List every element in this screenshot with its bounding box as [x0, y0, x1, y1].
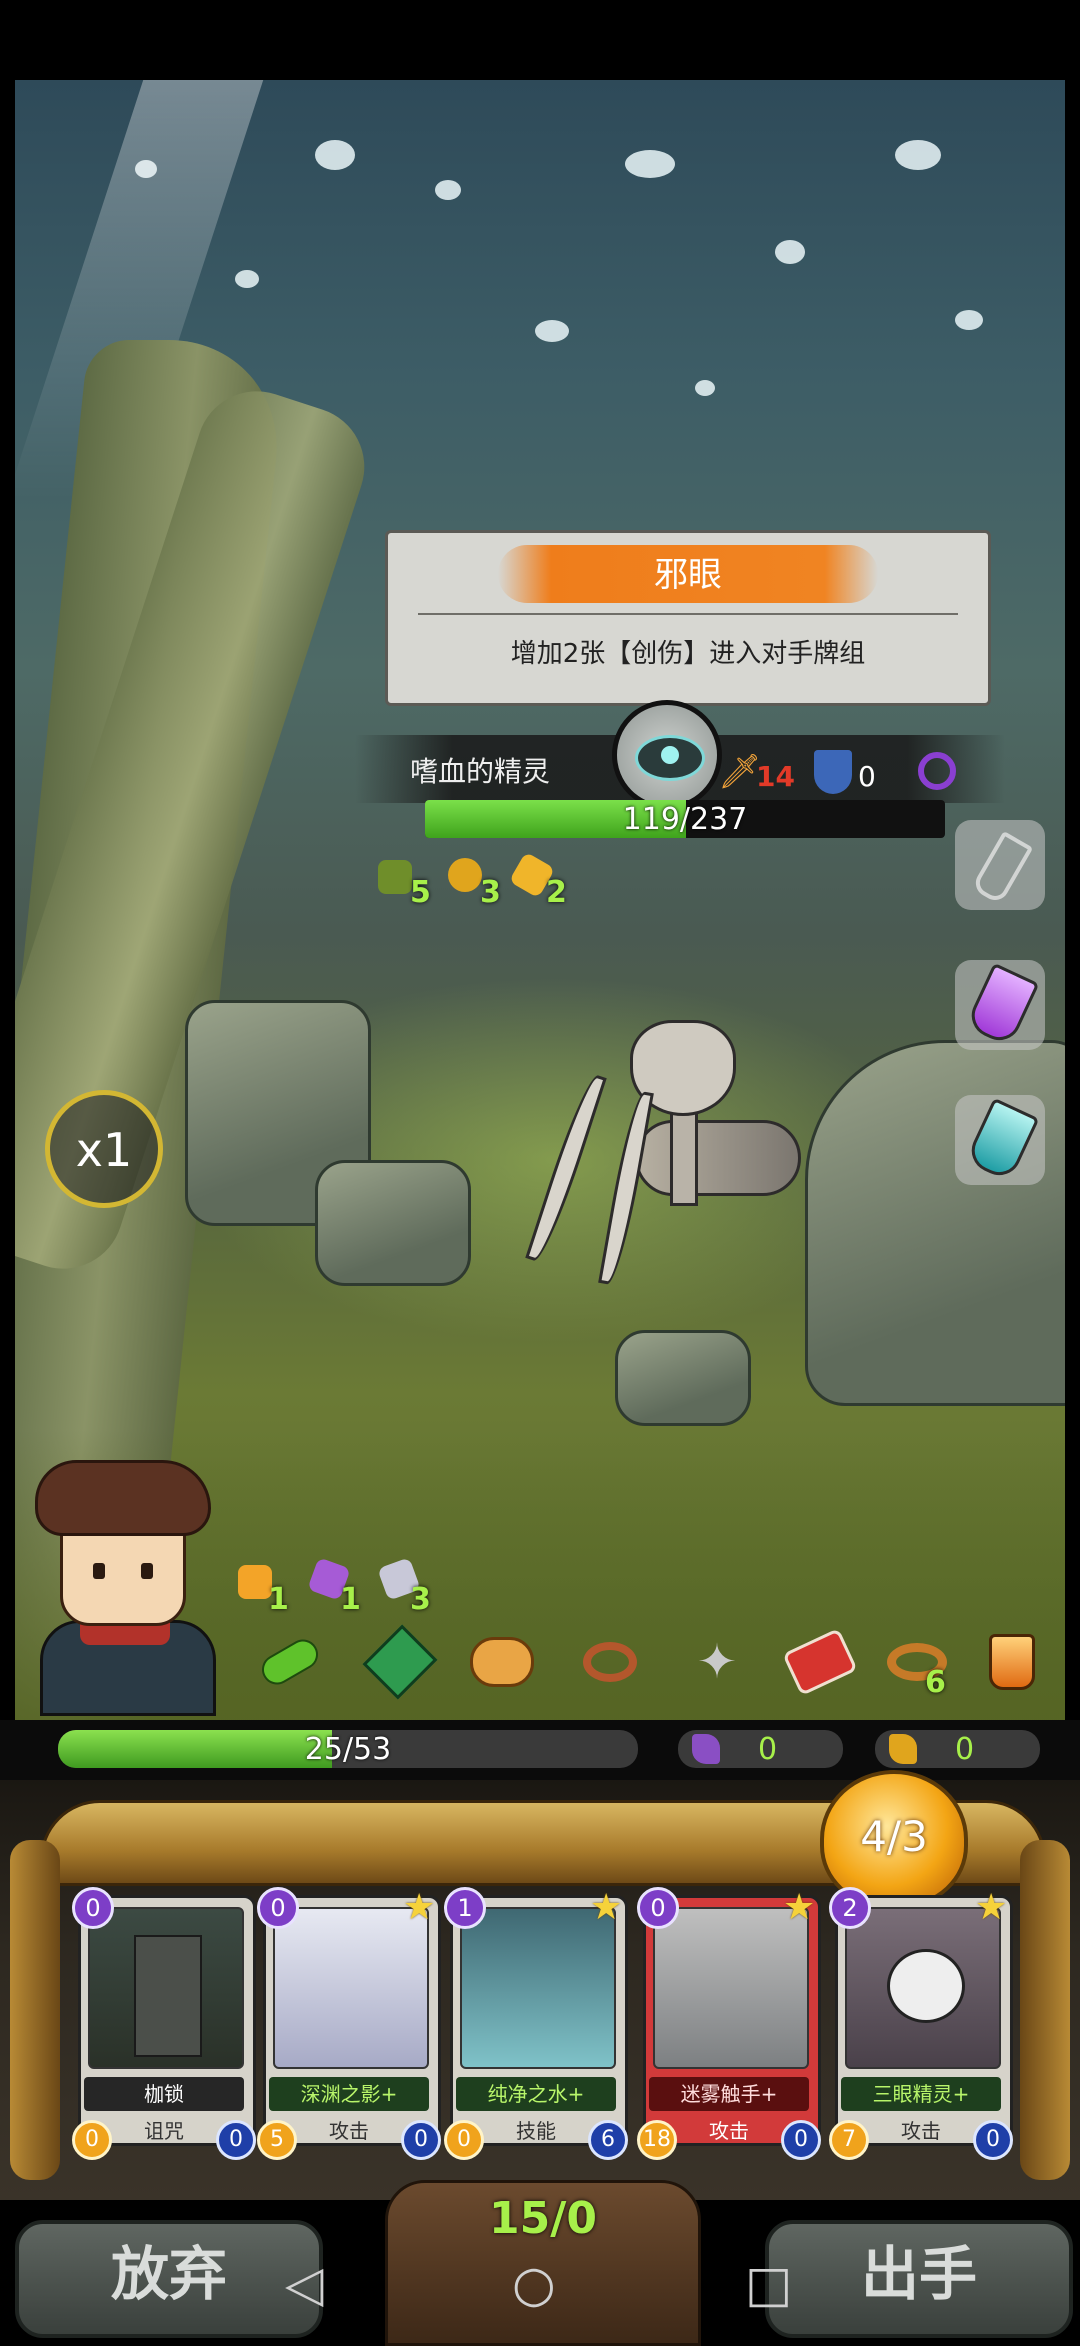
card-art — [273, 1907, 429, 2069]
intent-description: 增加2张【创伤】进入对手牌组 — [510, 639, 866, 669]
card-cost: 1 — [444, 1887, 486, 1929]
player-hp-text: 25/53 — [304, 1732, 392, 1767]
card-art — [653, 1907, 809, 2069]
player-buff-value: 1 — [268, 1582, 289, 1617]
card-type: 攻击 — [329, 2119, 369, 2143]
block-value: 0 — [758, 1732, 778, 1767]
nav-back-button[interactable]: ◁ — [285, 2255, 323, 2313]
card-right-value: 0 — [781, 2120, 821, 2160]
sword-icon: 🗡 — [718, 752, 762, 792]
card-cost: 0 — [637, 1887, 679, 1929]
card-name: 深渊之影+ — [269, 2077, 429, 2111]
card-art — [460, 1907, 616, 2069]
hand-card[interactable]: 三眼精灵+ 攻击 2 ★ 7 0 — [829, 1887, 1013, 2160]
strength-counter[interactable]: 0 — [875, 1730, 1040, 1768]
enemy-attack-value: 14 — [756, 760, 795, 793]
green-rune-relic-icon[interactable] — [362, 1624, 438, 1700]
card-name: 迷雾触手+ — [649, 2077, 809, 2111]
green-pepper-relic-icon[interactable] — [256, 1630, 324, 1694]
enemy-buff-value: 2 — [546, 875, 567, 910]
play-label: 出手 — [860, 2240, 977, 2308]
block-counter[interactable]: 0 — [678, 1730, 843, 1768]
card-left-value: 0 — [444, 2120, 484, 2160]
potion-slot-purple[interactable] — [955, 960, 1045, 1050]
card-name: 三眼精灵+ — [841, 2077, 1001, 2111]
card-right-value: 0 — [401, 2120, 441, 2160]
star-icon: ★ — [975, 1887, 1008, 1928]
fist-icon — [889, 1734, 917, 1764]
card-cost: 0 — [257, 1887, 299, 1929]
enemy-buff-value: 3 — [480, 875, 501, 910]
orange-fist-icon[interactable] — [238, 1565, 272, 1599]
ornate-frame-right — [1020, 1840, 1070, 2180]
evil-eye-intent-icon[interactable] — [612, 700, 722, 810]
player-buff-value: 3 — [410, 1582, 431, 1617]
player-stat-bar: 25/53 0 0 — [0, 1720, 1080, 1780]
enemy-name: 嗜血的精灵 — [410, 755, 551, 788]
energy-value: 4/3 — [860, 1812, 928, 1861]
nav-home-button[interactable]: ○ — [512, 2255, 556, 2313]
card-right-value: 0 — [973, 2120, 1013, 2160]
bracelet-relic-icon[interactable] — [578, 1630, 642, 1694]
card-type: 攻击 — [709, 2119, 749, 2143]
bread-roll-relic-icon[interactable] — [470, 1630, 534, 1694]
star-icon: ★ — [783, 1887, 816, 1928]
ornate-frame-left — [10, 1840, 60, 2180]
enemy-buff-value: 5 — [410, 875, 431, 910]
yellow-swirl-icon[interactable] — [448, 858, 482, 892]
discard-button[interactable]: 放弃 — [15, 2220, 323, 2338]
purple-potion-icon — [964, 962, 1040, 1048]
card-left-value: 0 — [72, 2120, 112, 2160]
card-left-value: 18 — [637, 2120, 677, 2160]
enemy-hp-text: 119/237 — [622, 802, 748, 837]
orange-potion-relic-icon[interactable] — [980, 1630, 1044, 1694]
empty-flask-icon — [970, 830, 1034, 906]
deck-count: 15/0 — [489, 2193, 597, 2244]
hand-card[interactable]: 迷雾触手+ 攻击 0 ★ 18 0 — [637, 1887, 821, 2160]
speed-toggle-button[interactable]: x1 — [45, 1090, 163, 1208]
relic-counter: 6 — [925, 1665, 946, 1700]
card-art — [88, 1907, 244, 2069]
card-right-value: 6 — [588, 2120, 628, 2160]
card-left-value: 5 — [257, 2120, 297, 2160]
green-claw-icon[interactable] — [378, 860, 412, 894]
enemy-defense-value: 0 — [858, 760, 876, 793]
intent-title: 邪眼 — [654, 555, 722, 595]
hand-card[interactable]: 深渊之影+ 攻击 0 ★ 5 0 — [257, 1887, 441, 2160]
player-buff-value: 1 — [340, 1582, 361, 1617]
empty-potion-slot[interactable] — [955, 820, 1045, 910]
card-type: 技能 — [516, 2119, 556, 2143]
shield-icon — [814, 750, 852, 794]
enemy-hp-bar: 119/237 — [425, 800, 945, 838]
card-type: 攻击 — [901, 2119, 941, 2143]
card-type: 诅咒 — [144, 2119, 184, 2143]
card-cost: 0 — [72, 1887, 114, 1929]
hand-card[interactable]: 纯净之水+ 技能 1 ★ 0 6 — [444, 1887, 628, 2160]
card-left-value: 7 — [829, 2120, 869, 2160]
star-icon: ★ — [403, 1887, 436, 1928]
strength-value: 0 — [955, 1732, 975, 1767]
discard-label: 放弃 — [110, 2240, 227, 2308]
potion-slot-teal[interactable] — [955, 1095, 1045, 1185]
nav-recent-button[interactable]: □ — [745, 2255, 792, 2313]
hand-card[interactable]: 枷锁 诅咒 0 0 0 — [72, 1887, 256, 2160]
shuriken-relic-icon[interactable]: ✦ — [685, 1630, 749, 1694]
speed-label: x1 — [75, 1123, 133, 1177]
purple-feather-icon — [692, 1734, 720, 1764]
card-cost: 2 — [829, 1887, 871, 1929]
card-art — [845, 1907, 1001, 2069]
divider — [418, 613, 958, 615]
play-button[interactable]: 出手 — [765, 2220, 1073, 2338]
player-hp-bar: 25/53 — [58, 1730, 638, 1768]
purple-swirl-icon[interactable] — [918, 752, 956, 790]
enemy-intent-panel: 邪眼 增加2张【创伤】进入对手牌组 — [385, 530, 991, 706]
teal-potion-icon — [964, 1097, 1040, 1183]
card-right-value: 0 — [216, 2120, 256, 2160]
scroll-relic-icon[interactable] — [782, 1628, 858, 1696]
star-icon: ★ — [590, 1887, 623, 1928]
player-avatar — [25, 1460, 225, 1716]
card-name: 枷锁 — [84, 2077, 244, 2111]
card-name: 纯净之水+ — [456, 2077, 616, 2111]
